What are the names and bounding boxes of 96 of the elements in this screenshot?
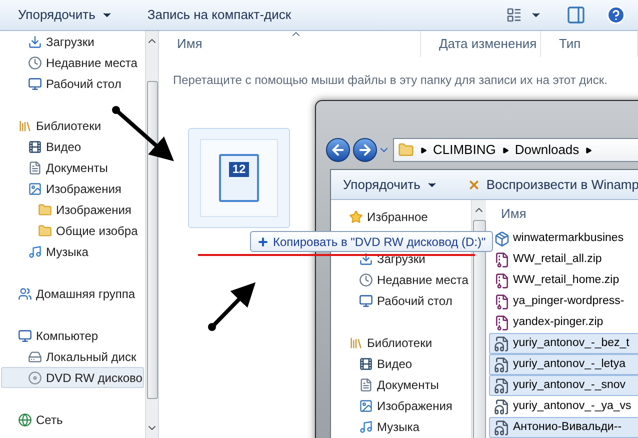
file-item[interactable]: Антонио-Вивальди-- — [489, 417, 638, 438]
music-icon — [28, 244, 42, 258]
nav-item[interactable]: Избранное — [332, 206, 470, 227]
downloads-icon — [359, 252, 373, 266]
drive-icon — [28, 350, 42, 364]
archive-icon — [494, 314, 510, 330]
back-button[interactable] — [326, 138, 350, 162]
help-icon — [606, 5, 626, 25]
file-item[interactable]: WW_retail_all.zip — [489, 249, 638, 270]
back-arrow-icon — [330, 142, 346, 158]
pane-icon — [566, 5, 586, 25]
plus-icon — [257, 236, 269, 248]
nav-item[interactable]: Общие изобра — [1, 220, 144, 241]
nav-item[interactable]: Рабочий стол — [332, 290, 470, 311]
clock-icon — [28, 56, 42, 70]
file-item[interactable]: WW_retail_home.zip — [489, 270, 638, 291]
nav-item[interactable]: Музыка — [332, 416, 470, 437]
nav-item[interactable]: DVD RW дисково — [1, 367, 144, 388]
separator-icon — [420, 146, 427, 154]
file-item[interactable]: yuriy_antonov_-_ya_vs — [489, 396, 638, 417]
document-icon — [28, 160, 42, 174]
file-item[interactable]: yandex-pinger.zip — [489, 312, 638, 333]
folder-icon — [38, 202, 52, 216]
nav-item[interactable]: Домашняя группа — [1, 283, 144, 304]
file-item[interactable]: yuriy_antonov_-_letya — [489, 354, 638, 375]
separator-icon — [502, 146, 509, 154]
monitor-icon — [28, 76, 42, 90]
vertical-scrollbar[interactable] — [145, 31, 158, 438]
column-header[interactable]: Имя — [486, 200, 638, 228]
forward-arrow-icon — [357, 142, 373, 158]
document-icon — [359, 378, 373, 392]
column-header[interactable]: Тип — [541, 31, 638, 57]
nav-item[interactable]: Компьютер — [1, 325, 144, 346]
network-icon — [18, 412, 32, 426]
installer-icon — [494, 230, 510, 246]
nav-item[interactable]: Изображения — [332, 395, 470, 416]
burn-button[interactable]: Запись на компакт-диск — [141, 3, 298, 27]
breadcrumb-item[interactable]: CLIMBING — [433, 140, 496, 160]
nav-item[interactable]: Загрузки — [1, 31, 144, 52]
column-header[interactable]: Имя — [159, 31, 421, 57]
nav-item[interactable]: Недавние места — [1, 52, 144, 73]
monitor-icon — [359, 294, 373, 308]
file-item[interactable]: ya_pinger-wordpress- — [489, 291, 638, 312]
column-header[interactable]: Дата изменения — [421, 31, 541, 57]
computer-icon — [18, 328, 32, 342]
arrow — [112, 106, 174, 162]
audio-file-icon — [494, 420, 510, 436]
nav-item[interactable]: Сеть — [1, 409, 144, 430]
organize-button[interactable]: Упорядочить — [12, 3, 120, 27]
separator-icon — [585, 146, 592, 154]
nav-item[interactable]: Документы — [1, 157, 144, 178]
nav-item[interactable]: Изображения — [1, 199, 144, 220]
library-icon — [18, 118, 32, 132]
film-icon — [28, 140, 42, 154]
breadcrumb-item[interactable]: Downloads — [514, 140, 580, 160]
file-item[interactable]: yuriy_antonov_-_snov — [489, 375, 638, 396]
scrollbar-thumb[interactable] — [146, 81, 158, 399]
film-icon — [359, 356, 373, 370]
address-bar[interactable]: CLIMBING Downloads — [393, 138, 638, 162]
file-count-badge: 12 — [229, 162, 249, 177]
downloads-icon — [28, 34, 42, 48]
homegroup-icon — [18, 286, 32, 300]
music-icon — [359, 420, 373, 434]
organize-button[interactable]: Упорядочить — [337, 172, 444, 196]
library-icon — [349, 336, 363, 350]
copy-tooltip: Копировать в "DVD RW дисковод (D:)" — [250, 231, 493, 252]
nav-item[interactable]: Рабочий стол — [1, 73, 144, 94]
audio-file-icon — [494, 378, 510, 394]
audio-file-icon — [494, 336, 510, 352]
disc-icon — [28, 370, 42, 384]
nav-item[interactable]: Недавние места — [332, 269, 470, 290]
clock-icon — [359, 272, 373, 286]
nav-item[interactable]: Видео — [1, 136, 144, 157]
audio-file-icon — [494, 356, 510, 372]
star-icon — [349, 210, 363, 224]
nav-item[interactable]: Локальный диск — [1, 346, 144, 367]
nav-item[interactable]: Библиотеки — [332, 332, 470, 353]
arrow — [208, 282, 256, 331]
archive-icon — [494, 272, 510, 288]
nav-item[interactable]: Документы — [332, 374, 470, 395]
file-item[interactable]: yuriy_antonov_-_bez_t — [489, 333, 638, 354]
picture-icon — [28, 182, 42, 196]
folder-icon — [398, 142, 414, 158]
nav-item[interactable]: Библиотеки — [1, 115, 144, 136]
nav-item[interactable]: Видео — [332, 353, 470, 374]
nav-item[interactable]: Музыка — [1, 241, 144, 262]
forward-button[interactable] — [353, 138, 377, 162]
help-button[interactable] — [604, 3, 628, 27]
list-view-icon — [506, 7, 522, 23]
nav-item[interactable]: Изображения — [1, 178, 144, 199]
audio-file-icon — [494, 398, 510, 414]
archive-icon — [494, 294, 510, 310]
empty-folder-message: Перетащите с помощью мыши файлы в эту папку для записи их на этот диск. — [173, 72, 608, 89]
archive-icon — [494, 252, 510, 268]
folder-icon — [38, 224, 52, 238]
picture-icon — [359, 398, 373, 412]
